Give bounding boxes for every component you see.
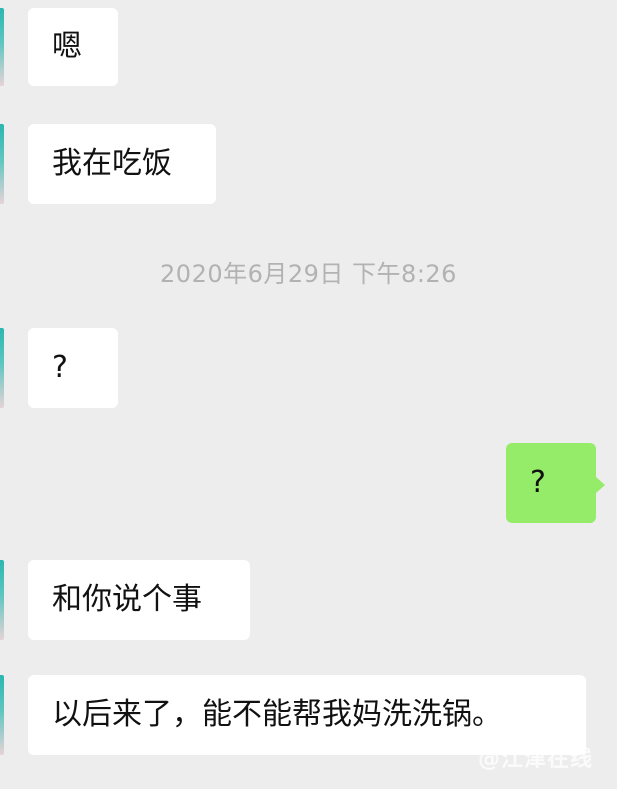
- outgoing-message-bubble[interactable]: ?: [506, 443, 605, 523]
- contact-avatar[interactable]: [0, 675, 4, 755]
- message-text: 我在吃饭: [52, 146, 172, 181]
- chat-area[interactable]: 嗯 我在吃饭 2020年6月29日 下午8:26 ? ? 和你说个事 以后来了，…: [0, 0, 617, 789]
- contact-avatar[interactable]: [0, 328, 4, 408]
- message-text: ?: [52, 350, 68, 385]
- message-text: 和你说个事: [52, 582, 202, 617]
- incoming-message-bubble[interactable]: 和你说个事: [28, 560, 250, 640]
- contact-avatar[interactable]: [0, 560, 4, 640]
- message-text: 以后来了，能不能帮我妈洗洗锅。: [52, 697, 502, 732]
- incoming-message-bubble[interactable]: ?: [28, 328, 118, 408]
- incoming-message-bubble[interactable]: 我在吃饭: [28, 124, 216, 204]
- contact-avatar[interactable]: [0, 124, 4, 204]
- contact-avatar[interactable]: [0, 8, 4, 86]
- watermark-text: @江津在线: [477, 747, 593, 772]
- message-text: 嗯: [52, 29, 82, 64]
- incoming-message-bubble[interactable]: 嗯: [28, 8, 118, 86]
- message-timestamp: 2020年6月29日 下午8:26: [160, 260, 457, 288]
- message-text: ?: [530, 465, 546, 500]
